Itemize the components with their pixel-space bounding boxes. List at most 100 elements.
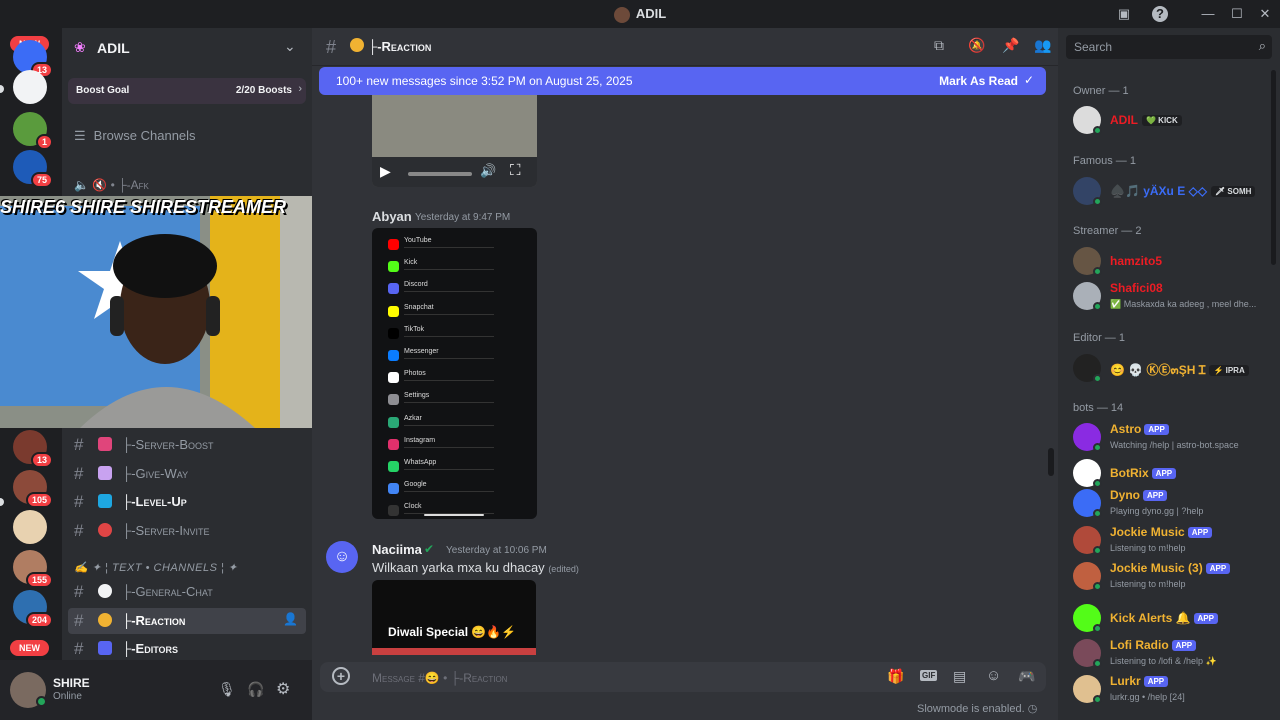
gift-icon[interactable]: 🎁 [887,668,904,685]
server-icon[interactable]: 155 [13,550,53,588]
gif-icon[interactable]: GIF [920,670,938,681]
chat-area: # ├-Reaction ⧉ 🔕 📌 👥 100+ new messages s… [312,28,1058,720]
member-name: Jockie Music APP [1110,525,1213,539]
server-icon[interactable]: 75 [13,150,53,188]
member-activity: Listening to m!help [1110,543,1186,553]
pin-icon[interactable]: 📌 [1002,37,1019,54]
member-item[interactable]: hamzito5 [1073,243,1273,279]
app-badge: APP [1151,468,1177,480]
emoji-icon[interactable]: ☺ [986,667,1001,684]
server-header[interactable]: ❀ ADIL ⌄ [62,28,312,66]
member-name: Shafici08 [1110,281,1163,295]
member-item[interactable]: Lofi Radio APP Listening to /lofi & /help … [1073,635,1273,671]
maximize-icon[interactable]: ☐ [1229,6,1245,22]
play-icon[interactable]: ▶ [380,163,391,180]
list-icon: ☰ [74,128,86,143]
app-name: WhatsApp [404,459,437,466]
member-item[interactable]: Jockie Music APP Listening to m!help [1073,522,1273,558]
search-input[interactable]: Search ⌕ [1066,35,1272,59]
discord-avatar-icon[interactable]: ☺ [326,541,358,573]
video-attachment[interactable]: ▶ 🔊 ⛶ [372,95,537,187]
sticker-icon[interactable]: ▤ [953,668,966,685]
boost-goal[interactable]: Boost Goal 2/20 Boosts › [68,78,306,104]
member-item[interactable]: Dyno APP Playing dyno.gg | ?help [1073,485,1273,521]
user-panel: SHIRE Online 🎙 🎧 ⚙ [0,660,312,720]
image-attachment[interactable]: YouTube Kick Discord Snapchat TikTok Messenge… [372,228,537,519]
mark-as-read-button[interactable]: Mark As Read [939,74,1018,88]
online-status-icon [1093,695,1102,704]
headphones-icon[interactable]: 🎧 [247,681,264,698]
member-item[interactable]: Astro APP Watching /help | astro-bot.space [1073,419,1273,455]
role-header: bots — 14 [1073,402,1124,414]
new-badge[interactable]: NEW [10,640,49,656]
chevron-down-icon[interactable]: ⌄ [284,38,296,55]
channel-give-way[interactable]: # ├-Give-Way [68,461,306,487]
server-icon[interactable]: 13 [13,40,53,78]
activities-icon[interactable]: 🎮 [1018,668,1035,685]
threads-icon[interactable]: ⧉ [934,37,944,54]
member-item[interactable]: ♠️🎵 yÄXu E ◇◇ 🗡 SOMH [1073,173,1273,209]
channel-header: # ├-Reaction ⧉ 🔕 📌 👥 [312,28,1058,66]
timer-icon: ◷ [1027,703,1038,715]
channel-editors[interactable]: # ├-Editors [68,636,306,662]
role-header: Streamer — 2 [1073,225,1142,237]
member-item[interactable]: 😊 💀 ⓀⒺ๓ŞH Ɪ ⚡ IPRA [1073,350,1273,386]
phone-app-row: WhatsApp [388,458,528,476]
inbox-icon[interactable]: ▣ [1116,6,1132,22]
app-icon [388,416,399,428]
channel-server-boost[interactable]: # ├-Server-Boost [68,432,306,458]
channel-server-invite[interactable]: # ├-Server-Invite [68,518,306,544]
app-icon [388,438,399,450]
add-member-icon[interactable]: 👤 [283,612,298,626]
help-icon[interactable]: ? [1152,6,1168,22]
member-item[interactable]: Lurkr APP lurkr.gg • /help [24] [1073,671,1273,707]
online-status-icon [1093,659,1102,668]
member-activity: ✅ Maskaxda ka adeeg , meel dhe... [1110,299,1257,309]
app-badge: APP [1143,676,1169,688]
app-badge: APP [1143,490,1168,502]
volume-icon[interactable]: 🔊 [480,163,496,179]
phone-app-row: Messenger [388,347,528,365]
server-icon[interactable]: 13 [13,430,53,468]
role-header: Famous — 1 [1073,155,1136,167]
online-status-icon [1093,302,1102,311]
member-item[interactable]: Kick Alerts 🔔 APP [1073,600,1273,636]
app-badge: APP [1171,640,1197,652]
new-messages-bar[interactable]: 100+ new messages since 3:52 PM on Augus… [319,67,1046,95]
chevron-right-icon: › [298,83,302,95]
member-list-icon[interactable]: 👥 [1034,37,1051,54]
server-icon[interactable] [13,510,47,544]
channel-level-up[interactable]: # ├-Level-Up [68,489,306,515]
video-embed[interactable]: Diwali Special 😄🔥⚡ [372,580,536,655]
video-progress[interactable] [408,172,472,176]
message-input[interactable]: Message #😄 • ├-Reaction [372,671,507,685]
message-author[interactable]: Abyan [372,209,412,224]
fullscreen-icon[interactable]: ⛶ [510,162,521,179]
member-item[interactable]: Shafici08 ✅ Maskaxda ka adeeg , meel dhe.… [1073,278,1273,314]
close-icon[interactable]: ✕ [1257,6,1273,22]
add-attachment-icon[interactable]: + [332,667,350,685]
phone-app-row: Kick [388,258,528,276]
server-icon[interactable]: 105 [13,470,53,508]
server-icon[interactable] [13,70,47,104]
message-composer[interactable]: + Message #😄 • ├-Reaction 🎁 GIF ▤ ☺ 🎮 [320,662,1046,692]
member-item[interactable]: ADIL 💚 KICK [1073,102,1273,138]
server-icon[interactable]: 204 [13,590,53,628]
settings-gear-icon[interactable]: ⚙ [276,679,290,699]
message-author[interactable]: Naciima [372,542,422,557]
channel-general-chat[interactable]: # ├-General-Chat [68,579,306,605]
member-list: Owner — 1 Famous — 1 Streamer — 2 Editor — … [1058,28,1280,720]
server-icon[interactable]: 1 [13,112,53,150]
browse-channels[interactable]: ☰ Browse Channels [74,128,294,148]
member-item[interactable]: Jockie Music (3) APP Listening to m!help [1073,558,1273,594]
microphone-icon[interactable]: 🎙 [218,681,236,698]
unread-indicator [0,498,4,506]
channel-reaction[interactable]: # ├-Reaction 👤 [68,608,306,634]
category-text-channels[interactable]: ✍ ✦ ¦ TEXT • CHANNELS ¦ ✦ [74,561,238,574]
member-scrollbar[interactable] [1271,70,1276,265]
notification-bell-icon[interactable]: 🔕 [968,37,985,54]
chat-scrollbar[interactable] [1048,448,1054,476]
voice-channel[interactable]: 🔈 🔇 • ├-Afk [74,178,149,192]
minimize-icon[interactable]: — [1200,6,1216,22]
video-frame [372,95,537,157]
